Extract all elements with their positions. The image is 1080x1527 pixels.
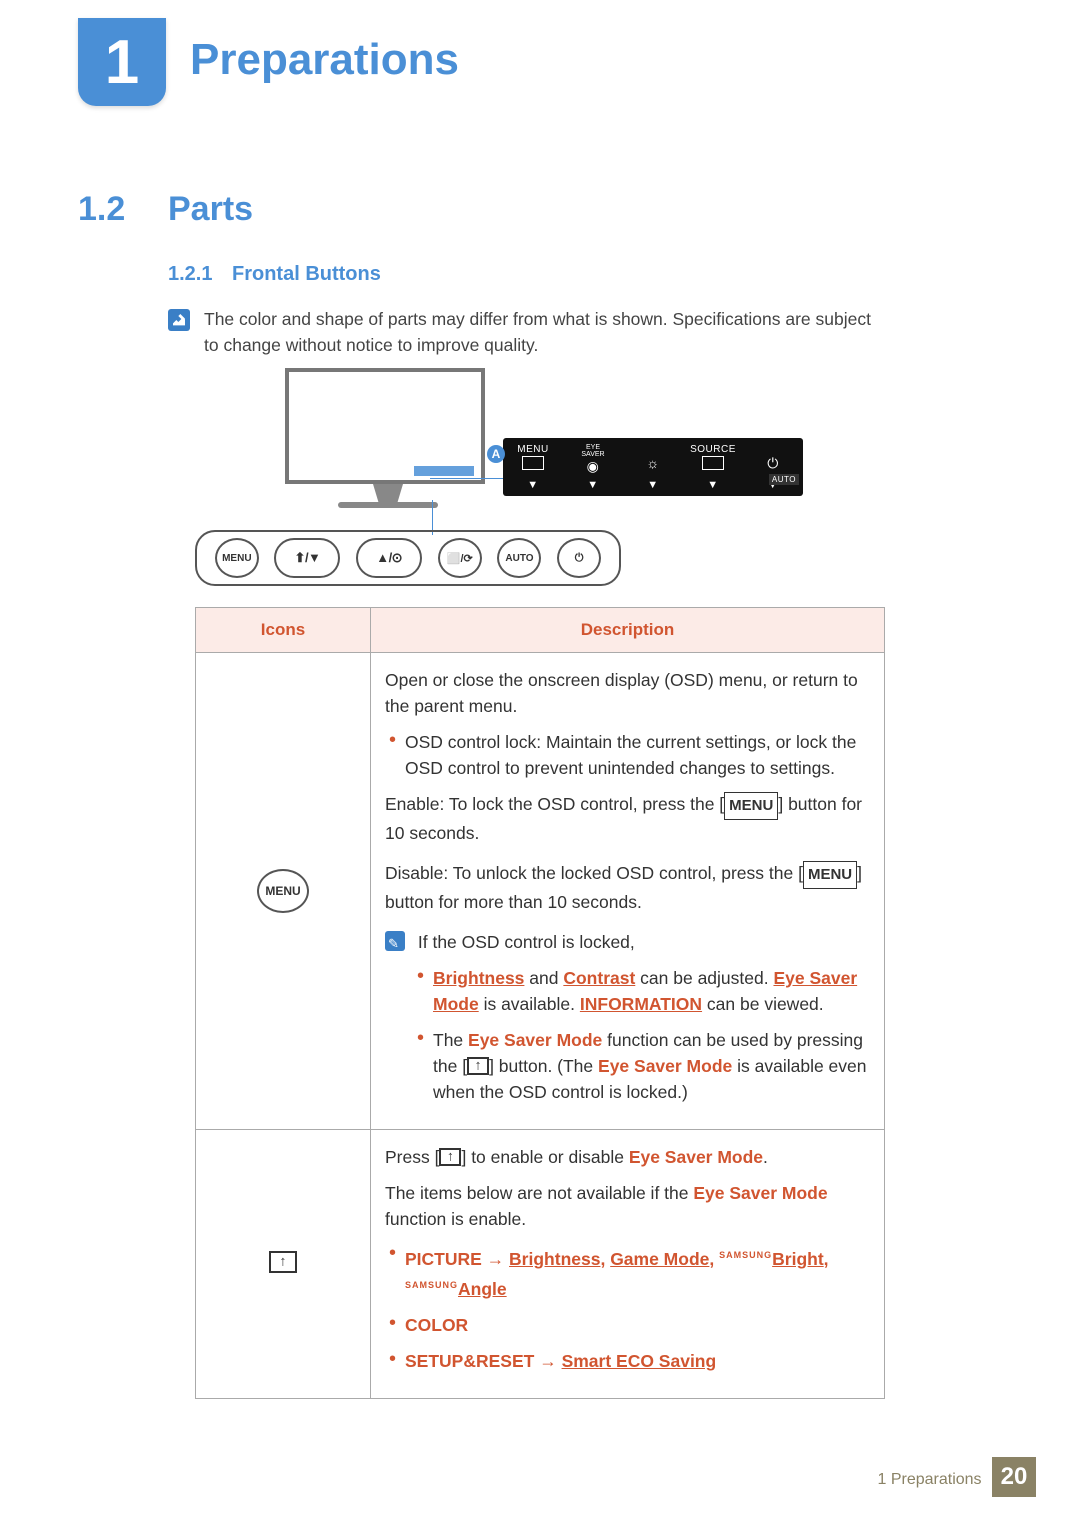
front-button-menu: MENU: [215, 538, 259, 578]
page-footer: 1 Preparations 20: [877, 1457, 1036, 1497]
section-title: Parts: [168, 190, 253, 229]
table-header-description: Description: [371, 608, 885, 653]
up-arrow-box-icon: [439, 1148, 461, 1166]
note-icon: [168, 309, 190, 331]
description-cell: Press [] to enable or disable Eye Saver …: [371, 1130, 885, 1399]
desc-paragraph: Enable: To lock the OSD control, press t…: [385, 791, 870, 846]
osd-item-menu: MENU ▼: [503, 438, 563, 496]
down-arrow-icon: ▼: [707, 479, 718, 491]
monitor-diagram: [285, 368, 490, 508]
osd-label: MENU: [517, 444, 548, 455]
osd-panel-detail: A MENU ▼ EYESAVER ◉ ▼ ☼ ▼ SOURCE ▼: [503, 438, 803, 496]
callout-leader-line: [430, 478, 504, 479]
osd-item-eyesaver: EYESAVER ◉ ▼: [563, 438, 623, 496]
front-button-box-loop: ⬜/⟳: [438, 538, 482, 578]
osd-auto-label: AUTO: [769, 474, 799, 485]
sub-note: If the OSD control is locked, Brightness…: [385, 929, 870, 1105]
description-cell: Open or close the onscreen display (OSD)…: [371, 653, 885, 1130]
osd-item-power: ⏻ ▼: [743, 438, 803, 496]
chapter-number-tab: 1: [78, 18, 166, 106]
icon-cell-menu: MENU: [196, 653, 371, 1130]
icon-cell-upbox: [196, 1130, 371, 1399]
front-button-up-down: ⬆/▼: [274, 538, 340, 578]
front-button-row: MENU ⬆/▼ ▲/⊙ ⬜/⟳ AUTO ⏻: [195, 530, 621, 586]
desc-paragraph: Disable: To unlock the locked OSD contro…: [385, 860, 870, 915]
osd-item-source: SOURCE ▼: [683, 438, 743, 496]
menu-inline-icon: MENU: [803, 861, 857, 889]
front-button-auto: AUTO: [497, 538, 541, 578]
brightness-icon: ☼: [646, 456, 660, 470]
desc-paragraph: The items below are not available if the…: [385, 1180, 870, 1232]
desc-bullet: OSD control lock: Maintain the current s…: [385, 729, 870, 781]
page-number: 20: [992, 1457, 1036, 1497]
subsection-title: Frontal Buttons: [232, 263, 381, 286]
monitor-screen: [285, 368, 485, 484]
sub-note-bullet: The Eye Saver Mode function can be used …: [413, 1027, 870, 1105]
note-text: The color and shape of parts may differ …: [204, 306, 884, 358]
note-icon: [385, 931, 405, 951]
table-header-icons: Icons: [196, 608, 371, 653]
section-number: 1.2: [78, 190, 125, 229]
subsection-number: 1.2.1: [168, 263, 212, 286]
power-icon: ⏻: [766, 456, 780, 470]
table-row: Press [] to enable or disable Eye Saver …: [196, 1130, 885, 1399]
desc-bullet: SETUP&RESET → Smart ECO Saving: [385, 1348, 870, 1374]
down-arrow-icon: ▼: [647, 479, 658, 491]
chapter-title: Preparations: [190, 35, 459, 85]
front-button-triangle-dot: ▲/⊙: [356, 538, 422, 578]
down-arrow-icon: ▼: [527, 479, 538, 491]
footer-chapter-label: 1 Preparations: [877, 1471, 981, 1489]
osd-label: SOURCE: [690, 444, 736, 455]
menu-bars-icon: [522, 456, 544, 470]
eye-icon: ◉: [586, 459, 600, 473]
monitor-osd-indicator: [414, 466, 474, 476]
desc-paragraph: Press [] to enable or disable Eye Saver …: [385, 1144, 870, 1170]
monitor-neck: [373, 484, 403, 504]
up-arrow-box-icon: [467, 1057, 489, 1075]
osd-label: EYESAVER: [563, 444, 623, 458]
desc-paragraph: Open or close the onscreen display (OSD)…: [385, 667, 870, 719]
menu-inline-icon: MENU: [724, 792, 778, 820]
buttons-description-table: Icons Description MENU Open or close the…: [195, 607, 885, 1399]
sub-note-bullet: Brightness and Contrast can be adjusted.…: [413, 965, 870, 1017]
up-arrow-box-icon: [269, 1251, 297, 1273]
source-icon: [702, 456, 724, 470]
desc-bullet: PICTURE → Brightness, Game Mode, SAMSUNG…: [385, 1242, 870, 1302]
front-button-power: ⏻: [557, 538, 601, 578]
sub-note-intro: If the OSD control is locked,: [418, 932, 635, 952]
menu-button-icon: MENU: [257, 869, 309, 913]
down-arrow-icon: ▼: [587, 479, 598, 491]
table-row: MENU Open or close the onscreen display …: [196, 653, 885, 1130]
osd-item-brightness: ☼ ▼: [623, 438, 683, 496]
desc-bullet: COLOR: [385, 1312, 870, 1338]
